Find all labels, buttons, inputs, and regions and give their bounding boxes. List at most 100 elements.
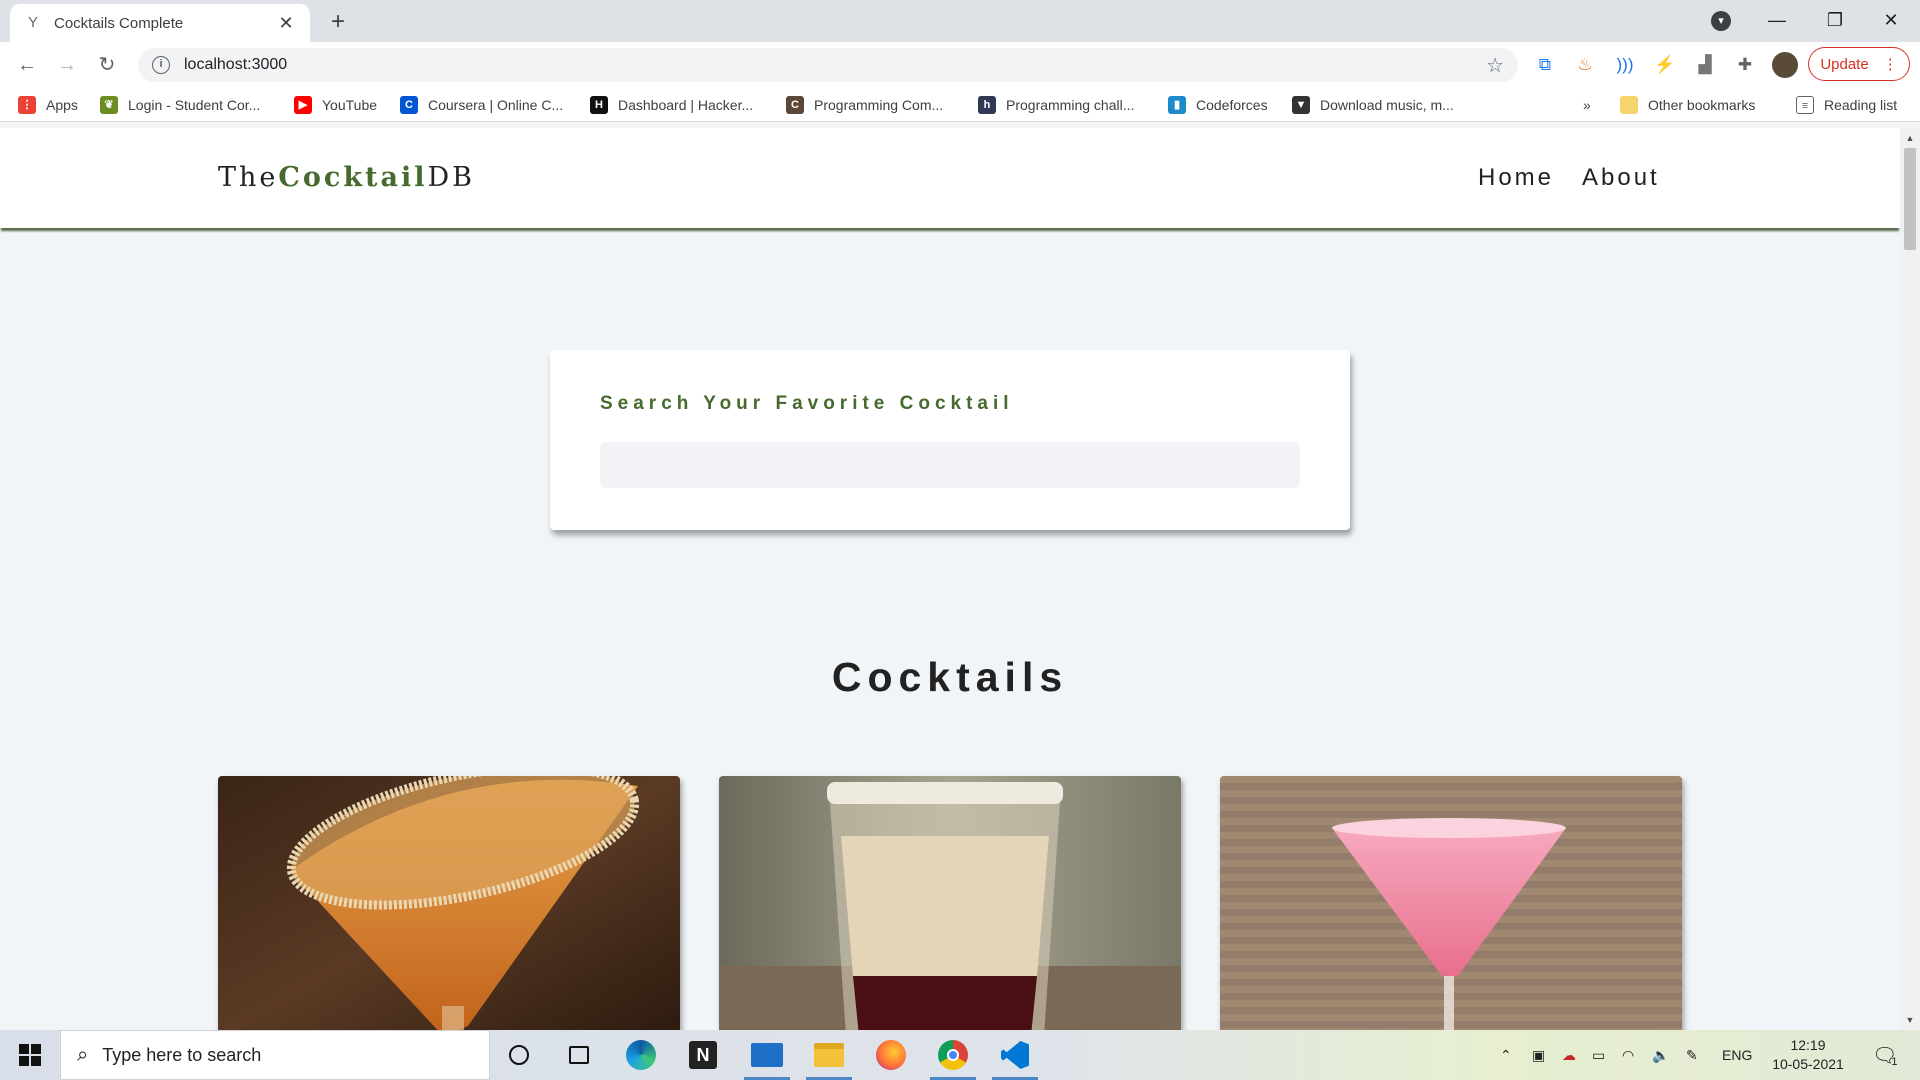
tab-title: Cocktails Complete	[54, 14, 184, 32]
pen-icon[interactable]: ✎	[1686, 1030, 1698, 1080]
bookmark-item[interactable]: ▶ YouTube	[294, 94, 377, 116]
section-title: Cocktails	[831, 654, 1069, 700]
bolt-extension-icon[interactable]: ⚡	[1652, 52, 1678, 78]
bookmark-label: Login - Student Cor...	[128, 97, 261, 113]
close-window-button[interactable]: ✕	[1862, 0, 1920, 42]
codechef-icon: C	[786, 96, 804, 114]
hackerearth-icon: h	[978, 96, 996, 114]
bookmarks-overflow-label: »	[1583, 97, 1591, 113]
language-indicator[interactable]: ENG	[1722, 1030, 1752, 1080]
reading-list-button[interactable]: ≡ Reading list	[1796, 94, 1897, 116]
reading-list-icon: ≡	[1796, 96, 1814, 114]
clock-time: 12:19	[1790, 1037, 1826, 1053]
webpage: TheCocktailDB Home About Search Your Fav…	[0, 128, 1900, 1030]
cocktail-card[interactable]	[218, 776, 680, 1030]
codeforces-icon: ▮	[1168, 96, 1186, 114]
orange-margarita-glass-image	[218, 776, 680, 1030]
bookmarks-overflow-button[interactable]: »	[1583, 94, 1591, 116]
bookmark-label: Coursera | Online C...	[428, 97, 564, 113]
update-label: Update	[1820, 55, 1869, 73]
download-icon: ▼	[1292, 96, 1310, 114]
task-view-icon[interactable]	[550, 1030, 608, 1080]
wave-extension-icon[interactable]: )))	[1612, 52, 1638, 78]
scroll-down-arrow-icon[interactable]: ▼	[1900, 1012, 1920, 1028]
bookmark-item[interactable]: ▮ Codeforces	[1168, 94, 1268, 116]
start-button[interactable]	[0, 1030, 60, 1080]
fire-extension-icon[interactable]: ♨	[1572, 52, 1598, 78]
system-clock[interactable]: 12:19 10-05-2021	[1762, 1036, 1854, 1074]
bookmarks-bar: » Other bookmarks ≡ Reading list ⋮ Apps ❦ L…	[0, 88, 1920, 122]
scrollbar-thumb[interactable]	[1904, 148, 1916, 250]
bookmark-item[interactable]: C Programming Com...	[786, 94, 943, 116]
bookmark-item[interactable]: ❦ Login - Student Cor...	[100, 94, 260, 116]
notion-icon[interactable]: N	[674, 1030, 732, 1080]
nav-link-about[interactable]: About	[1582, 164, 1660, 192]
url-text[interactable]: localhost:3000	[184, 56, 1486, 74]
search-label: Search Your Favorite Cocktail	[600, 393, 1014, 414]
vscode-icon[interactable]	[986, 1030, 1044, 1080]
bookmark-item[interactable]: ⋮ Apps	[18, 94, 78, 116]
address-bar[interactable]: i localhost:3000 ☆	[138, 48, 1518, 82]
site-logo[interactable]: TheCocktailDB	[218, 162, 475, 193]
browser-tab[interactable]: Y Cocktails Complete ✕	[10, 4, 310, 42]
bookmark-label: Apps	[46, 97, 78, 113]
restore-button[interactable]: ❐	[1806, 0, 1864, 42]
edge-browser-icon[interactable]	[612, 1030, 670, 1080]
cortana-icon[interactable]	[490, 1030, 548, 1080]
forward-arrow-icon[interactable]: →	[52, 50, 82, 80]
tab-search-icon[interactable]: ▾	[1711, 11, 1731, 31]
translate-extension-icon[interactable]: ⧉	[1532, 52, 1558, 78]
search-input[interactable]	[600, 442, 1300, 488]
tray-overflow-icon[interactable]: ⌃	[1500, 1030, 1512, 1080]
reading-list-label: Reading list	[1824, 97, 1898, 113]
nav-link-home[interactable]: Home	[1478, 164, 1554, 192]
bookmark-label: YouTube	[322, 97, 378, 113]
folder-icon	[1620, 96, 1638, 114]
browser-tab-strip: Y Cocktails Complete ✕ + ▾ — ❐ ✕	[0, 0, 1920, 42]
bookmark-item[interactable]: C Coursera | Online C...	[400, 94, 563, 116]
meet-now-icon[interactable]: ▣	[1532, 1030, 1545, 1080]
reload-icon[interactable]: ↻	[92, 50, 122, 80]
search-icon: ⌕	[77, 1043, 89, 1066]
bookmark-label: Programming Com...	[814, 97, 944, 113]
taskbar-search-placeholder: Type here to search	[102, 1044, 262, 1065]
file-explorer-icon[interactable]	[800, 1030, 858, 1080]
browser-toolbar: ← → ↻ i localhost:3000 ☆ ⧉ ♨ ))) ⚡ ▟ ✚ U…	[0, 42, 1920, 88]
update-button[interactable]: Update ⋮	[1808, 47, 1910, 81]
new-tab-button[interactable]: +	[324, 8, 352, 36]
notification-center-icon[interactable]: 🗨 1	[1872, 1030, 1898, 1080]
chart-extension-icon[interactable]: ▟	[1692, 52, 1718, 78]
scroll-up-arrow-icon[interactable]: ▲	[1900, 130, 1920, 146]
apps-grid-icon: ⋮	[18, 96, 36, 114]
back-arrow-icon[interactable]: ←	[12, 50, 42, 80]
volume-icon[interactable]: 🔈	[1652, 1030, 1669, 1080]
hackerrank-icon: H	[590, 96, 608, 114]
other-bookmarks-folder[interactable]: Other bookmarks	[1620, 94, 1755, 116]
site-info-icon[interactable]: i	[152, 56, 170, 74]
chrome-icon[interactable]	[924, 1030, 982, 1080]
mail-icon[interactable]	[738, 1030, 796, 1080]
bookmark-item[interactable]: h Programming chall...	[978, 94, 1134, 116]
windows-logo-icon	[19, 1044, 41, 1066]
firefox-icon[interactable]	[862, 1030, 920, 1080]
clock-date: 10-05-2021	[1772, 1056, 1844, 1072]
bookmark-item[interactable]: ▼ Download music, m...	[1292, 94, 1454, 116]
battery-icon[interactable]: ▭	[1592, 1030, 1605, 1080]
pink-martini-glass-image	[1220, 776, 1682, 1030]
wifi-icon[interactable]: ◠	[1622, 1030, 1634, 1080]
other-bookmarks-label: Other bookmarks	[1648, 97, 1756, 113]
close-tab-icon[interactable]: ✕	[276, 13, 296, 34]
cocktail-card[interactable]	[1220, 776, 1682, 1030]
bookmark-item[interactable]: H Dashboard | Hacker...	[590, 94, 753, 116]
onedrive-error-icon[interactable]: ☁	[1562, 1030, 1576, 1080]
bookmark-star-icon[interactable]: ☆	[1486, 53, 1504, 78]
youtube-icon: ▶	[294, 96, 312, 114]
page-scrollbar[interactable]: ▲ ▼	[1900, 128, 1920, 1030]
taskbar-search-box[interactable]: ⌕ Type here to search	[60, 1030, 490, 1080]
minimize-button[interactable]: —	[1748, 0, 1806, 42]
bookmark-label: Programming chall...	[1006, 97, 1135, 113]
puzzle-extensions-icon[interactable]: ✚	[1732, 52, 1758, 78]
cocktail-card[interactable]	[719, 776, 1181, 1030]
windows-taskbar: ⌕ Type here to search N ⌃ ▣ ☁ ▭ ◠ 🔈 ✎ EN…	[0, 1030, 1920, 1080]
profile-avatar[interactable]	[1772, 52, 1798, 78]
